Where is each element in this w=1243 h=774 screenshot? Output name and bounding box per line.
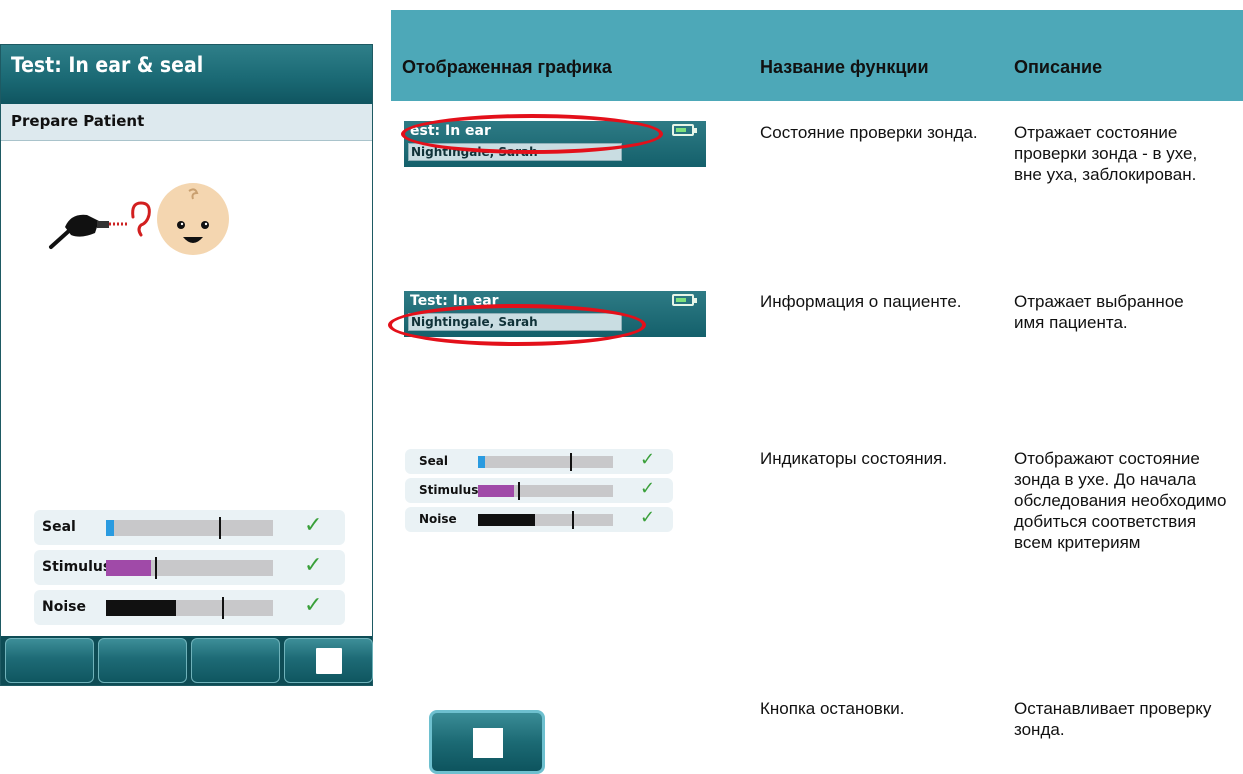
device-indicator-noise: Noise ✓ bbox=[34, 590, 345, 625]
indicator-fill bbox=[106, 520, 114, 536]
checkmark-icon: ✓ bbox=[304, 513, 323, 538]
highlight-ellipse-patient bbox=[388, 304, 646, 346]
header-function: Название функции bbox=[760, 57, 929, 77]
battery-icon bbox=[672, 294, 697, 306]
row1-function: Состояние проверки зонда. bbox=[760, 123, 978, 142]
indicator-threshold-marker bbox=[219, 517, 221, 539]
highlight-ellipse-status bbox=[401, 114, 663, 154]
device-title: Test: In ear & seal bbox=[11, 53, 204, 77]
header-description: Описание bbox=[1014, 57, 1103, 77]
soft-button-2[interactable] bbox=[98, 638, 187, 683]
row3-description: Отображают состояние зонда в ухе. До нач… bbox=[1014, 449, 1227, 552]
indicator-fill bbox=[478, 456, 485, 468]
row4-description: Останавливает проверку зонда. bbox=[1014, 699, 1212, 739]
indicator-label: Seal bbox=[42, 519, 76, 535]
row1-description: Отражает состояние проверки зонда - в ух… bbox=[1014, 123, 1198, 184]
checkmark-icon: ✓ bbox=[304, 593, 323, 618]
prepare-patient-label: Prepare Patient bbox=[11, 112, 145, 130]
mini-indicator-stimulus: Stimulus ✓ bbox=[405, 478, 673, 503]
indicator-threshold-marker bbox=[570, 453, 572, 471]
indicator-label: Stimulus bbox=[419, 483, 479, 497]
soft-button-1[interactable] bbox=[5, 638, 94, 683]
indicator-bar bbox=[478, 511, 613, 529]
battery-icon bbox=[672, 124, 697, 136]
indicator-bar bbox=[478, 453, 613, 471]
row3-function: Индикаторы состояния. bbox=[760, 449, 948, 468]
checkmark-icon: ✓ bbox=[640, 507, 656, 528]
device-body: Seal ✓ Stimulus ✓ Noise ✓ bbox=[1, 141, 372, 648]
indicator-bar bbox=[106, 597, 273, 619]
table-header: Отображенная графика Название функции Оп… bbox=[391, 10, 1243, 101]
indicator-bar bbox=[106, 517, 273, 539]
indicator-label: Noise bbox=[42, 599, 86, 615]
indicator-fill bbox=[478, 485, 514, 497]
checkmark-icon: ✓ bbox=[640, 478, 656, 499]
probe-in-ear-illustration bbox=[49, 183, 229, 255]
indicator-fill bbox=[478, 514, 535, 526]
indicator-fill bbox=[106, 560, 151, 576]
indicator-threshold-marker bbox=[155, 557, 157, 579]
device-header: Test: In ear & seal bbox=[1, 45, 372, 104]
indicator-bar bbox=[106, 557, 273, 579]
indicator-threshold-marker bbox=[222, 597, 224, 619]
device-indicator-seal: Seal ✓ bbox=[34, 510, 345, 545]
indicator-threshold-marker bbox=[572, 511, 574, 529]
header-graphic: Отображенная графика bbox=[402, 57, 612, 77]
stop-icon bbox=[316, 648, 342, 674]
indicator-label: Noise bbox=[419, 512, 457, 526]
row4-function: Кнопка остановки. bbox=[760, 699, 905, 718]
row2-description: Отражает выбранное имя пациента. bbox=[1014, 292, 1184, 332]
device-button-row bbox=[1, 636, 373, 685]
baby-face-icon bbox=[157, 183, 229, 255]
device-indicator-stimulus: Stimulus ✓ bbox=[34, 550, 345, 585]
indicator-label: Seal bbox=[419, 454, 448, 468]
mini-indicator-seal: Seal ✓ bbox=[405, 449, 673, 474]
device-subheader: Prepare Patient bbox=[1, 104, 372, 141]
stop-icon bbox=[473, 728, 503, 758]
stop-button[interactable] bbox=[284, 638, 373, 683]
indicator-label: Stimulus bbox=[42, 559, 112, 575]
ear-icon bbox=[131, 201, 151, 237]
indicator-threshold-marker bbox=[518, 482, 520, 500]
indicator-bar bbox=[478, 482, 613, 500]
probe-icon bbox=[49, 214, 127, 249]
device-screen: Test: In ear & seal Prepare Patient Seal… bbox=[0, 44, 373, 686]
mini-indicator-noise: Noise ✓ bbox=[405, 507, 673, 532]
checkmark-icon: ✓ bbox=[640, 449, 656, 470]
row2-function: Информация о пациенте. bbox=[760, 292, 962, 311]
soft-button-3[interactable] bbox=[191, 638, 280, 683]
checkmark-icon: ✓ bbox=[304, 553, 323, 578]
graphic-stop-button bbox=[429, 710, 545, 774]
indicator-fill bbox=[106, 600, 176, 616]
